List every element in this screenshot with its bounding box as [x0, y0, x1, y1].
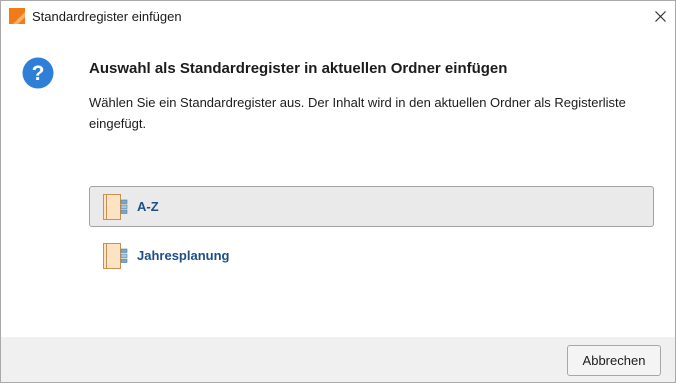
option-label: A-Z	[137, 199, 159, 214]
close-icon	[654, 11, 666, 22]
close-button[interactable]	[645, 1, 675, 32]
dialog-description: Wählen Sie ein Standardregister aus. Der…	[89, 95, 626, 131]
question-icon: ?	[22, 57, 54, 89]
dialog-content: ? Auswahl als Standardregister in aktuel…	[1, 32, 675, 337]
dialog-footer: Abbrechen	[1, 337, 675, 382]
cancel-button[interactable]: Abbrechen	[567, 345, 661, 376]
app-logo-icon	[9, 8, 25, 24]
register-icon	[103, 243, 128, 269]
option-a-z[interactable]: A-Z	[89, 186, 654, 227]
dialog-window: Standardregister einfügen ? Auswahl als …	[0, 0, 676, 383]
dialog-heading: Auswahl als Standardregister in aktuelle…	[89, 60, 508, 77]
window-title: Standardregister einfügen	[32, 9, 182, 24]
svg-text:?: ?	[32, 62, 45, 85]
register-icon	[103, 194, 128, 220]
title-bar: Standardregister einfügen	[1, 1, 675, 32]
option-label: Jahresplanung	[137, 248, 230, 263]
option-jahresplanung[interactable]: Jahresplanung	[89, 235, 654, 276]
